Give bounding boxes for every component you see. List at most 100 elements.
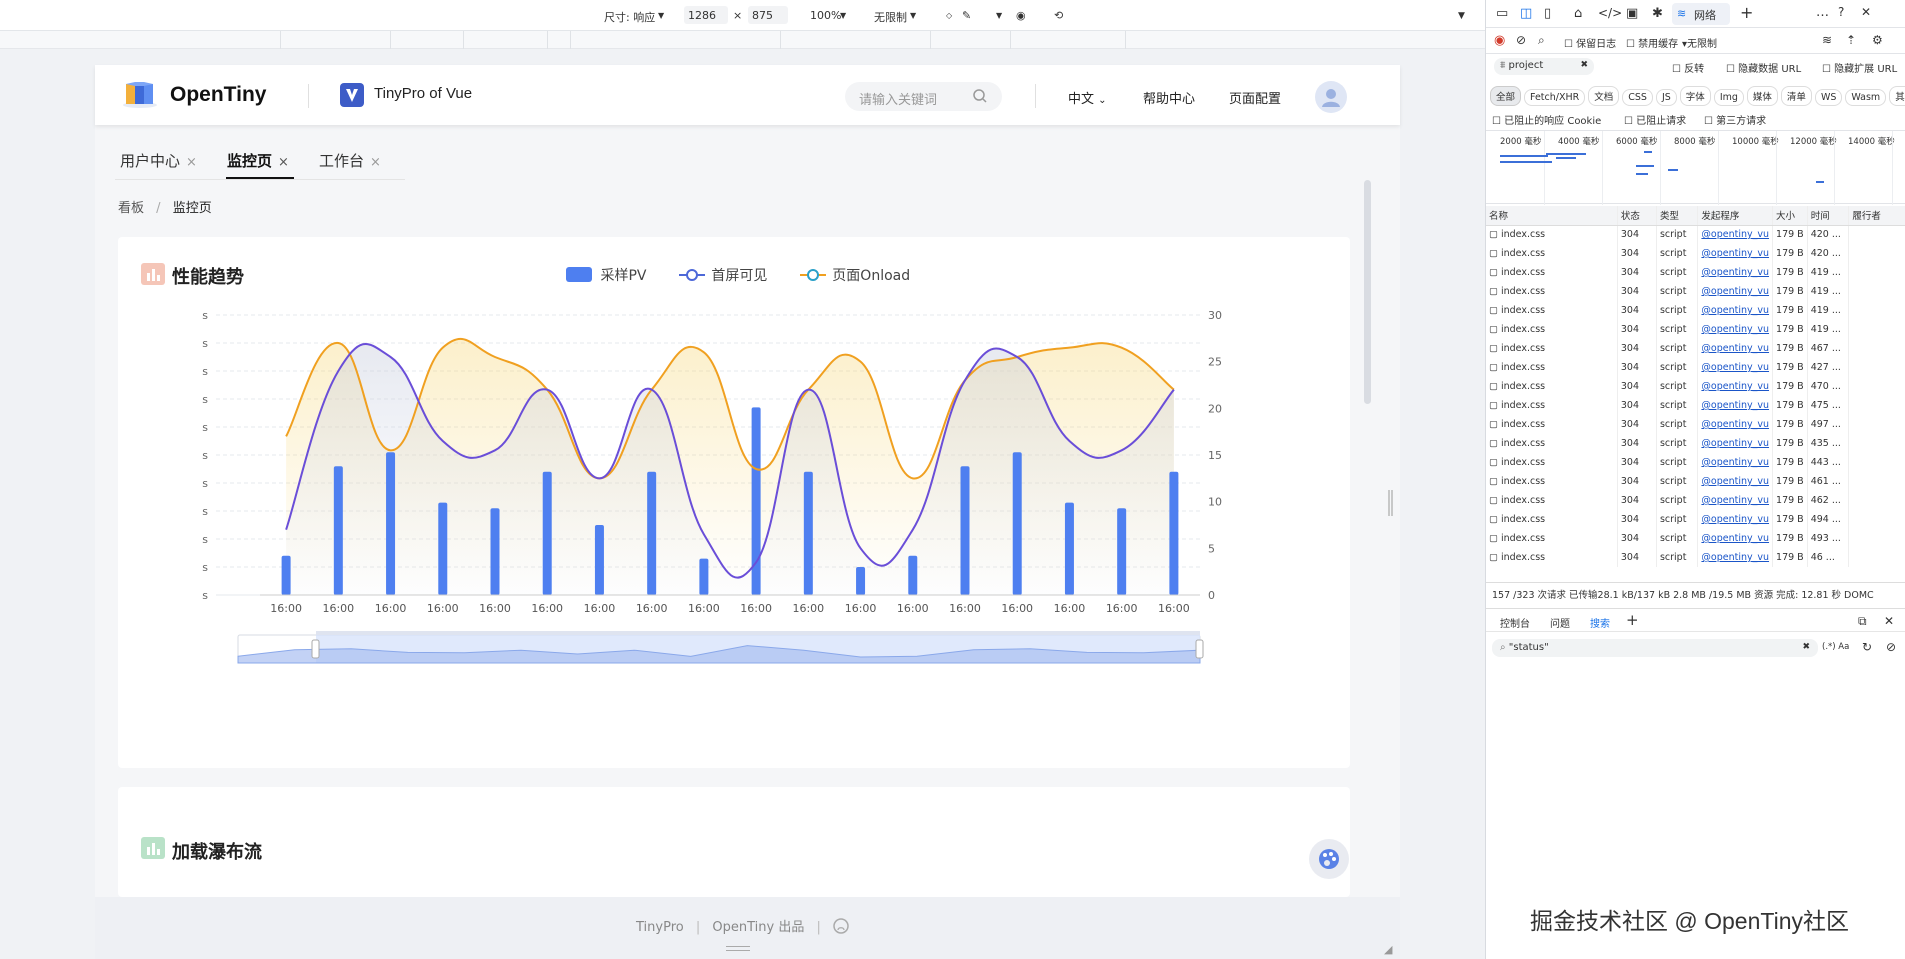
viewport-resize-handle[interactable] [1388,490,1393,516]
close-icon[interactable]: × [278,155,289,170]
search-icon[interactable]: ⌕ [1538,33,1545,48]
legend-label[interactable]: 首屏可见 [711,268,767,284]
more-icon[interactable]: … [1816,5,1829,20]
legend-bar-swatch[interactable] [566,267,592,282]
table-row[interactable]: ▢ index.css 304 script @opentiny_vu 179 B 427… [1486,358,1905,377]
table-row[interactable]: ▢ index.css 304 script @opentiny_vu 179 B 461… [1486,472,1905,491]
filter-input[interactable]: ⩩ project ✖ [1494,58,1594,75]
table-row[interactable]: ▢ index.css 304 script @opentiny_vu 179 B 419… [1486,282,1905,301]
table-row[interactable]: ▢ index.css 304 script @opentiny_vu 179 B 419… [1486,301,1905,320]
initiator-link[interactable]: @opentiny_vu [1701,324,1769,335]
wifi-settings-icon[interactable]: ≋ [1822,33,1832,47]
blocked-cookies-checkbox[interactable]: ☐ 已阻止的响应 Cookie [1492,112,1601,127]
theme-palette-button[interactable] [1309,839,1349,879]
table-row[interactable]: ▢ index.css 304 script @opentiny_vu 179 B 419… [1486,263,1905,282]
table-row[interactable]: ▢ index.css 304 script @opentiny_vu 179 B 435… [1486,434,1905,453]
initiator-link[interactable]: @opentiny_vu [1701,248,1769,259]
rotate-device-icon[interactable]: ⟲ [1054,9,1063,22]
filter-chip[interactable]: WS [1814,89,1843,106]
clear-icon[interactable]: ⊘ [1886,640,1896,654]
height-input[interactable]: 875 [748,6,788,24]
upload-icon[interactable]: ⇡ [1846,33,1856,47]
initiator-link[interactable]: @opentiny_vu [1701,514,1769,525]
throttle-dropdown[interactable]: 无限制 [874,9,907,25]
initiator-link[interactable]: @opentiny_vu [1701,381,1769,392]
initiator-link[interactable]: @opentiny_vu [1701,419,1769,430]
column-header[interactable]: 发起程序 [1697,206,1774,226]
zoom-slider-handle-left[interactable] [311,639,320,659]
filter-chip[interactable]: Img [1713,89,1744,106]
close-devtools-icon[interactable]: ✕ [1861,5,1871,19]
table-row[interactable]: ▢ index.css 304 script @opentiny_vu 179 B 467… [1486,339,1905,358]
search-icon[interactable] [972,88,988,104]
throttle-select[interactable]: ▾无限制 [1682,35,1717,50]
initiator-link[interactable]: @opentiny_vu [1701,438,1769,449]
table-row[interactable]: ▢ index.css 304 script @opentiny_vu 179 B 494… [1486,510,1905,529]
github-icon[interactable] [833,918,849,934]
hide-ext-url-checkbox[interactable]: ☐ 隐藏扩展 URL [1822,60,1897,75]
filter-chip[interactable]: Wasm [1845,89,1887,106]
avatar[interactable] [1315,81,1347,113]
initiator-link[interactable]: @opentiny_vu [1701,457,1769,468]
initiator-link[interactable]: @opentiny_vu [1701,495,1769,506]
bottom-resize-handle[interactable] [726,946,750,951]
filter-chip[interactable]: Fetch/XHR [1524,89,1586,106]
width-input[interactable]: 1286 [684,6,728,24]
table-row[interactable]: ▢ index.css 304 script @opentiny_vu 179 B 419… [1486,320,1905,339]
legend-label[interactable]: 采样PV [600,268,646,284]
bug-icon[interactable]: ✱ [1652,6,1663,21]
column-header[interactable]: 履行者 [1848,206,1905,226]
tab-workbench[interactable]: 工作台 × [319,150,381,171]
device-icon[interactable]: ▭ [1496,6,1508,21]
initiator-link[interactable]: @opentiny_vu [1701,362,1769,373]
table-row[interactable]: ▢ index.css 304 script @opentiny_vu 179 B 420… [1486,244,1905,263]
column-header[interactable]: 时间 [1807,206,1850,226]
dock-icon[interactable]: ⧉ [1858,614,1867,629]
clear-icon[interactable]: ⊘ [1516,33,1526,47]
language-dropdown[interactable]: 中文 ⌄ [1068,88,1107,107]
table-row[interactable]: ▢ index.css 304 script @opentiny_vu 179 B 475… [1486,396,1905,415]
initiator-link[interactable]: @opentiny_vu [1701,229,1769,240]
tab-monitor[interactable]: 监控页 × [227,150,289,171]
filter-chip[interactable]: 其他 [1889,86,1905,106]
help-center-link[interactable]: 帮助中心 [1143,88,1195,107]
network-timeline-overview[interactable]: 2000 毫秒 4000 毫秒 6000 毫秒 8000 毫秒 10000 毫秒 1200… [1486,130,1905,205]
initiator-link[interactable]: @opentiny_vu [1701,533,1769,544]
column-header[interactable]: 大小 [1772,206,1808,226]
help-icon[interactable]: ? [1838,5,1844,19]
blocked-requests-checkbox[interactable]: ☐ 已阻止请求 [1624,112,1686,127]
filter-chip[interactable]: CSS [1622,89,1653,106]
close-icon[interactable]: × [370,155,381,170]
tab-network[interactable]: ≋ 网络 [1672,3,1730,25]
responsive-icon[interactable]: ◫ [1520,6,1532,21]
dimensions-dropdown[interactable]: 尺寸: 响应 [604,9,655,25]
breadcrumb-root[interactable]: 看板 [118,201,144,216]
initiator-link[interactable]: @opentiny_vu [1701,476,1769,487]
preserve-log-checkbox[interactable]: ☐ 保留日志 [1564,35,1616,50]
legend-line-swatch[interactable] [678,268,705,282]
column-header[interactable]: 类型 [1656,206,1699,226]
add-tab-icon[interactable]: + [1740,3,1753,22]
gear-icon[interactable]: ⚙ [1872,33,1883,47]
search-field[interactable]: ⌕ "status" ✖ [1492,639,1818,657]
close-icon[interactable]: × [186,155,197,170]
third-party-checkbox[interactable]: ☐ 第三方请求 [1704,112,1766,127]
column-header[interactable]: 名称 [1486,206,1618,226]
pen-icon[interactable]: ✎ [962,9,971,22]
initiator-link[interactable]: @opentiny_vu [1701,343,1769,354]
filter-chip[interactable]: 文档 [1588,86,1620,106]
column-header[interactable]: 状态 [1617,206,1657,226]
hide-data-url-checkbox[interactable]: ☐ 隐藏数据 URL [1726,60,1801,75]
zoom-slider-handle-right[interactable] [1195,639,1204,659]
legend-line-swatch[interactable] [799,268,826,282]
table-row[interactable]: ▢ index.css 304 script @opentiny_vu 179 B 46 … [1486,548,1905,567]
clear-search-icon[interactable]: ✖ [1802,642,1810,652]
corner-resize-icon[interactable]: ◢ [1384,943,1392,956]
legend-label[interactable]: 页面Onload [832,268,910,284]
table-row[interactable]: ▢ index.css 304 script @opentiny_vu 179 B 443… [1486,453,1905,472]
sidebar-icon[interactable]: ▯ [1544,6,1551,21]
filter-chip[interactable]: 字体 [1679,86,1711,106]
initiator-link[interactable]: @opentiny_vu [1701,286,1769,297]
invert-checkbox[interactable]: ☐ 反转 [1672,60,1704,75]
add-icon[interactable]: + [1626,611,1639,629]
